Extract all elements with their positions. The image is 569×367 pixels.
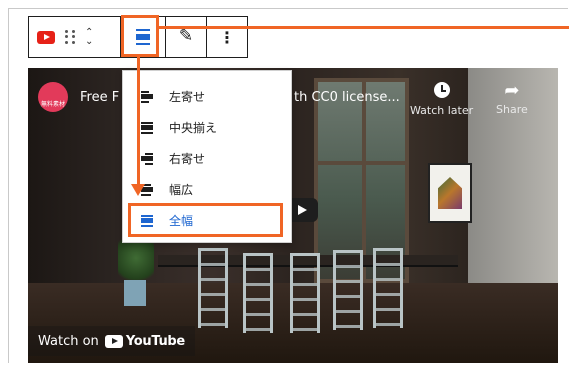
- menu-item-align-full[interactable]: 全幅: [123, 205, 291, 236]
- align-center-icon: [141, 121, 153, 134]
- move-down-icon[interactable]: ⌄: [85, 37, 93, 47]
- more-options-button[interactable]: ⋮: [219, 17, 235, 57]
- align-right-icon: [141, 152, 153, 165]
- menu-item-align-right[interactable]: 右寄せ: [123, 143, 291, 174]
- move-up-down-icon: ⌃ ⌄: [85, 28, 93, 47]
- clock-icon: [433, 82, 450, 98]
- video-title-start[interactable]: Free F: [80, 90, 119, 105]
- block-type-button[interactable]: [37, 17, 55, 57]
- pencil-icon: ✎: [178, 26, 194, 46]
- menu-item-label: 全幅: [169, 214, 194, 228]
- drag-handle-icon: [65, 30, 75, 44]
- share-icon: ➦: [504, 80, 520, 101]
- youtube-play-icon: [104, 334, 123, 348]
- callout-arrow-line: [137, 57, 140, 187]
- callout-line: [159, 26, 569, 29]
- video-title-end[interactable]: th CC0 license...: [294, 90, 400, 105]
- menu-item-label: 右寄せ: [169, 152, 206, 166]
- toolbar-align-group: [121, 17, 166, 57]
- edit-url-button[interactable]: ✎: [179, 17, 193, 57]
- watch-on-youtube-link[interactable]: Watch on YouTube: [28, 326, 195, 356]
- move-block-buttons[interactable]: ⌃ ⌄: [85, 17, 93, 57]
- menu-item-align-wide[interactable]: 幅広: [123, 174, 291, 205]
- callout-arrow-head: [131, 184, 145, 196]
- toolbar-block-group: ⌃ ⌄: [29, 17, 121, 57]
- channel-avatar[interactable]: 無料素材: [38, 82, 68, 112]
- menu-item-align-center[interactable]: 中央揃え: [123, 112, 291, 143]
- menu-item-label: 中央揃え: [169, 121, 218, 135]
- align-full-icon: [136, 29, 150, 45]
- align-button[interactable]: [136, 17, 150, 57]
- drag-handle[interactable]: [65, 17, 75, 57]
- toolbar-edit-group: ✎: [166, 17, 207, 57]
- toolbar-more-group: ⋮: [207, 17, 247, 57]
- youtube-logo: YouTube: [104, 334, 185, 349]
- align-dropdown-menu: 左寄せ 中央揃え 右寄せ 幅広 全幅: [122, 70, 292, 243]
- more-vertical-icon: ⋮: [219, 27, 235, 47]
- align-left-icon: [141, 90, 153, 103]
- video-painting-scene: [428, 163, 472, 223]
- menu-item-label: 左寄せ: [169, 90, 206, 104]
- share-button[interactable]: ➦ Share: [496, 80, 528, 116]
- align-full-icon: [141, 214, 153, 227]
- watch-later-button[interactable]: Watch later: [410, 80, 473, 117]
- block-toolbar: ⌃ ⌄ ✎ ⋮: [28, 16, 248, 58]
- menu-item-label: 幅広: [169, 183, 194, 197]
- menu-item-align-left[interactable]: 左寄せ: [123, 81, 291, 112]
- youtube-icon: [37, 30, 55, 44]
- youtube-embed[interactable]: 無料素材 Free F th CC0 license... Watch late…: [28, 68, 558, 363]
